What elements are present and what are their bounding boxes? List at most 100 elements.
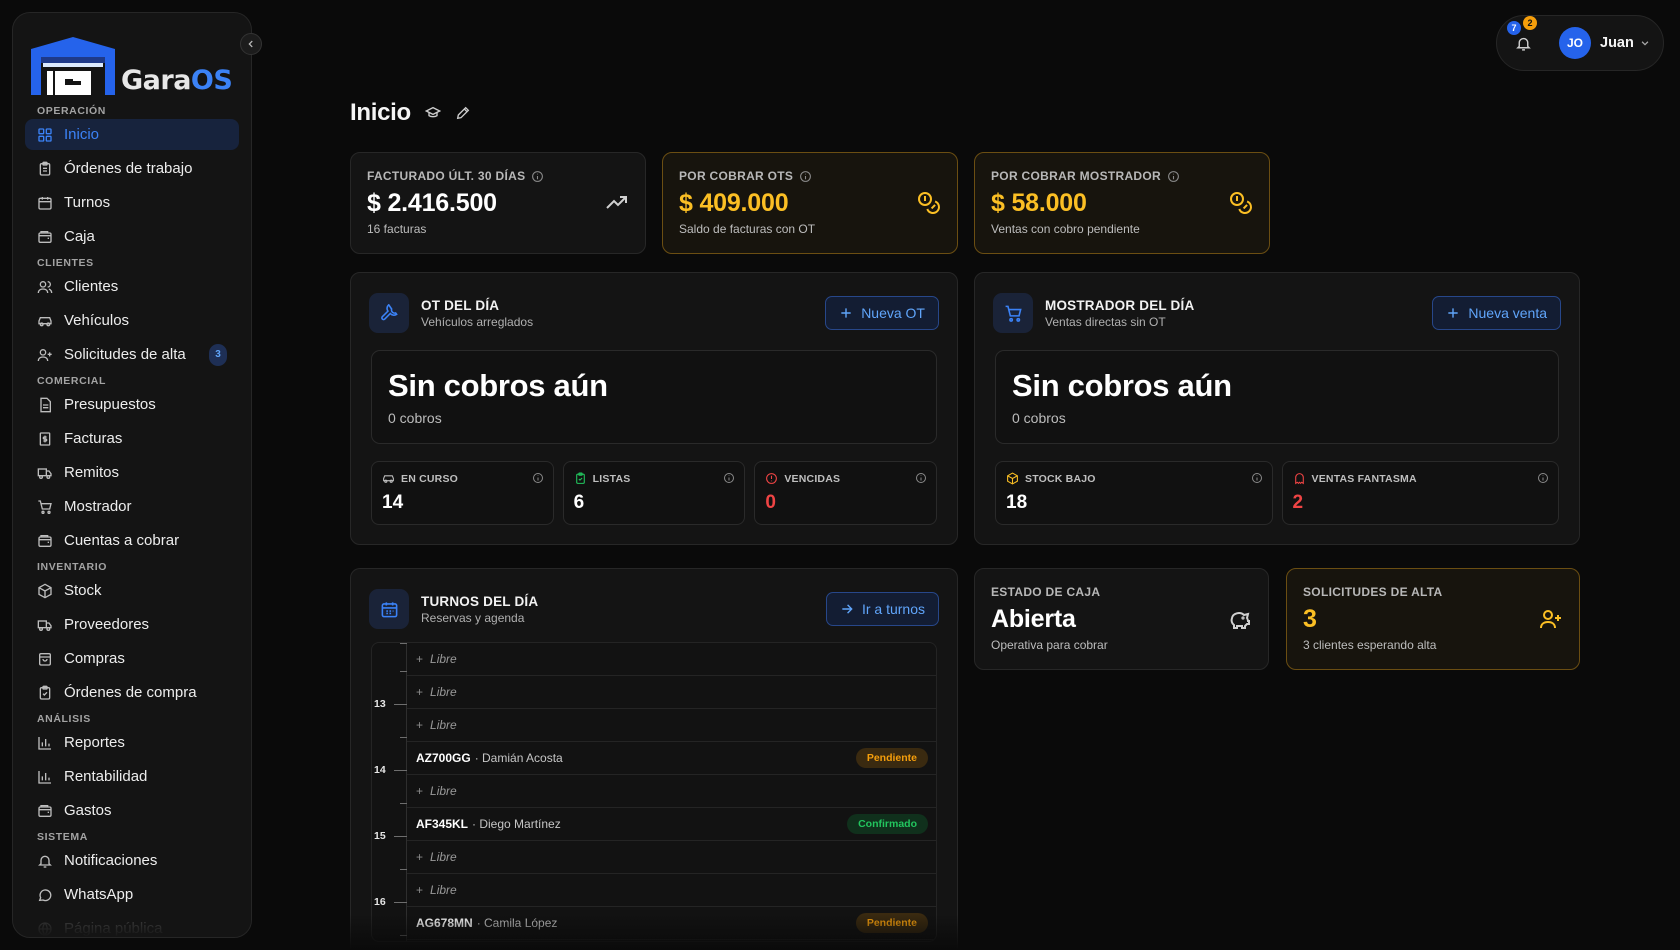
plus-icon: + — [416, 850, 424, 864]
card-label: SOLICITUDES DE ALTA — [1303, 585, 1443, 599]
estado-de-caja-card[interactable]: ESTADO DE CAJA Abierta Operativa para co… — [974, 568, 1269, 670]
info-icon[interactable] — [531, 170, 544, 183]
sidebar-item-reportes[interactable]: Reportes — [25, 727, 239, 758]
section-label-comercial: COMERCIAL — [37, 375, 106, 387]
logo-wordmark: GaraOS — [121, 65, 233, 96]
sidebar-item-label: Página pública — [64, 920, 163, 937]
sidebar-item-stock[interactable]: Stock — [25, 575, 239, 606]
car-icon — [38, 316, 52, 326]
user-name[interactable]: Juan — [1600, 35, 1634, 51]
bar-chart-icon — [38, 770, 51, 784]
sidebar-item-ordenes-de-compra[interactable]: Órdenes de compra — [25, 677, 239, 708]
solicitudes-count-badge: 3 — [209, 343, 227, 366]
agenda-appointment[interactable]: AZ700GG · Damián Acosta Pendiente — [407, 742, 936, 775]
agenda-slot-free[interactable]: + Libre — [407, 775, 936, 808]
free-text: Libre — [430, 652, 457, 666]
stat-value: 18 — [1006, 492, 1028, 513]
stat-en-curso[interactable]: EN CURSO 14 — [371, 461, 554, 525]
card-value: Abierta — [991, 605, 1076, 633]
bar-chart-icon — [38, 736, 51, 750]
info-icon[interactable] — [532, 472, 544, 484]
button-label: Nueva OT — [861, 305, 925, 321]
status-badge: Confirmado — [847, 814, 928, 834]
stat-label: EN CURSO — [382, 472, 543, 485]
sidebar-item-ordenes-de-trabajo[interactable]: Órdenes de trabajo — [25, 153, 239, 184]
agenda-slot-free[interactable]: + Libre — [407, 676, 936, 709]
ot-stats: EN CURSO 14 LISTAS 6 VENCIDAS 0 — [371, 461, 938, 525]
stat-label: VENCIDAS — [765, 472, 926, 485]
page-header: Inicio — [350, 96, 471, 130]
sidebar-item-remitos[interactable]: Remitos — [25, 457, 239, 488]
sidebar-item-presupuestos[interactable]: Presupuestos — [25, 389, 239, 420]
info-icon[interactable] — [915, 472, 927, 484]
agenda-slot-free[interactable]: + Libre — [407, 874, 936, 907]
stat-ventas-fantasma[interactable]: VENTAS FANTASMA 2 — [1281, 461, 1559, 525]
sidebar-item-label: Notificaciones — [64, 852, 158, 869]
stat-value: 14 — [382, 492, 404, 513]
card-value: 3 — [1303, 605, 1317, 633]
agenda-appointment[interactable]: AG678MN · Camila López Pendiente — [407, 907, 936, 940]
sidebar-item-inicio[interactable]: Inicio — [25, 119, 239, 150]
nueva-venta-button[interactable]: Nueva venta — [1432, 296, 1561, 330]
panel-text: OT DEL DÍA Vehículos arreglados — [421, 298, 533, 329]
panel-title: MOSTRADOR DEL DÍA — [1045, 297, 1195, 313]
panel-icon — [993, 293, 1033, 333]
sidebar-item-facturas[interactable]: Facturas — [25, 423, 239, 454]
agenda-slot-free[interactable]: + Libre — [407, 841, 936, 874]
sidebar-item-rentabilidad[interactable]: Rentabilidad — [25, 761, 239, 792]
sidebar-item-gastos[interactable]: Gastos — [25, 795, 239, 826]
sidebar-item-vehiculos[interactable]: Vehículos — [25, 305, 239, 336]
sidebar-item-pagina-publica[interactable]: Página pública — [25, 913, 239, 937]
sidebar-item-proveedores[interactable]: Proveedores — [25, 609, 239, 640]
user-plus-icon — [37, 348, 52, 361]
info-icon[interactable] — [723, 472, 735, 484]
stat-vencidas[interactable]: VENCIDAS 0 — [754, 461, 938, 525]
sidebar-item-turnos[interactable]: Turnos — [25, 187, 239, 218]
mostrador-del-dia-panel: MOSTRADOR DEL DÍA Ventas directas sin OT… — [974, 272, 1580, 545]
collapse-sidebar-button[interactable] — [240, 33, 262, 55]
sidebar-item-solicitudes-de-alta[interactable]: Solicitudes de alta 3 — [25, 339, 239, 370]
alert-icon — [766, 473, 778, 484]
sidebar-item-caja[interactable]: Caja — [25, 221, 239, 252]
garaos-logo[interactable]: GaraOS — [27, 27, 247, 97]
agenda-timeline[interactable]: 13 14 15 16 + Libre + Libre + Libre AZ700GG… — [371, 642, 937, 942]
sidebar-item-label: Compras — [64, 650, 125, 667]
stat-label-text: STOCK BAJO — [1025, 472, 1096, 485]
pencil-icon[interactable] — [455, 105, 471, 121]
box-icon — [1007, 472, 1018, 485]
panel-subtitle: Reservas y agenda — [421, 610, 525, 625]
vehicle-plate: AZ700GG — [416, 751, 471, 765]
avatar[interactable]: JO — [1559, 27, 1591, 59]
graduation-cap-icon[interactable] — [424, 105, 441, 121]
sidebar-item-label: Mostrador — [64, 498, 132, 515]
info-icon[interactable] — [1537, 472, 1549, 484]
sidebar-item-whatsapp[interactable]: WhatsApp — [25, 879, 239, 910]
stat-listas[interactable]: LISTAS 6 — [562, 461, 746, 525]
solicitudes-de-alta-card[interactable]: SOLICITUDES DE ALTA 3 3 clientes esperan… — [1286, 568, 1580, 670]
sidebar-item-mostrador[interactable]: Mostrador — [25, 491, 239, 522]
hour-tick — [394, 836, 407, 837]
agenda-appointment[interactable]: AF345KL · Diego Martínez Confirmado — [407, 808, 936, 841]
info-icon[interactable] — [1167, 170, 1180, 183]
free-slot-label: + Libre — [416, 685, 457, 699]
stat-stock-bajo[interactable]: STOCK BAJO 18 — [995, 461, 1273, 525]
sidebar-item-clientes[interactable]: Clientes — [25, 271, 239, 302]
coins-icon — [1230, 192, 1252, 214]
user-plus-icon — [1540, 610, 1561, 629]
info-icon[interactable] — [1251, 472, 1263, 484]
ir-a-turnos-button[interactable]: Ir a turnos — [825, 592, 939, 626]
hour-tick — [394, 902, 407, 903]
sidebar-item-compras[interactable]: Compras — [25, 643, 239, 674]
sidebar-item-cuentas-a-cobrar[interactable]: Cuentas a cobrar — [25, 525, 239, 556]
nueva-ot-button[interactable]: Nueva OT — [825, 296, 939, 330]
sidebar-item-notificaciones[interactable]: Notificaciones — [25, 845, 239, 876]
agenda-slot-free[interactable]: + Libre — [407, 709, 936, 742]
chevron-down-icon[interactable] — [1640, 38, 1650, 48]
agenda-slot-free[interactable]: + Libre — [407, 643, 936, 676]
kpi-card-por-cobrar-ots: POR COBRAR OTS $ 409.000 Saldo de factur… — [662, 152, 958, 254]
panel-header: TURNOS DEL DÍA Reservas y agenda Ir a tu… — [369, 589, 939, 629]
minor-tick — [400, 737, 407, 738]
info-icon[interactable] — [799, 170, 812, 183]
notifications-button[interactable]: 7 2 — [1505, 16, 1541, 61]
panel-text: MOSTRADOR DEL DÍA Ventas directas sin OT — [1045, 298, 1194, 329]
